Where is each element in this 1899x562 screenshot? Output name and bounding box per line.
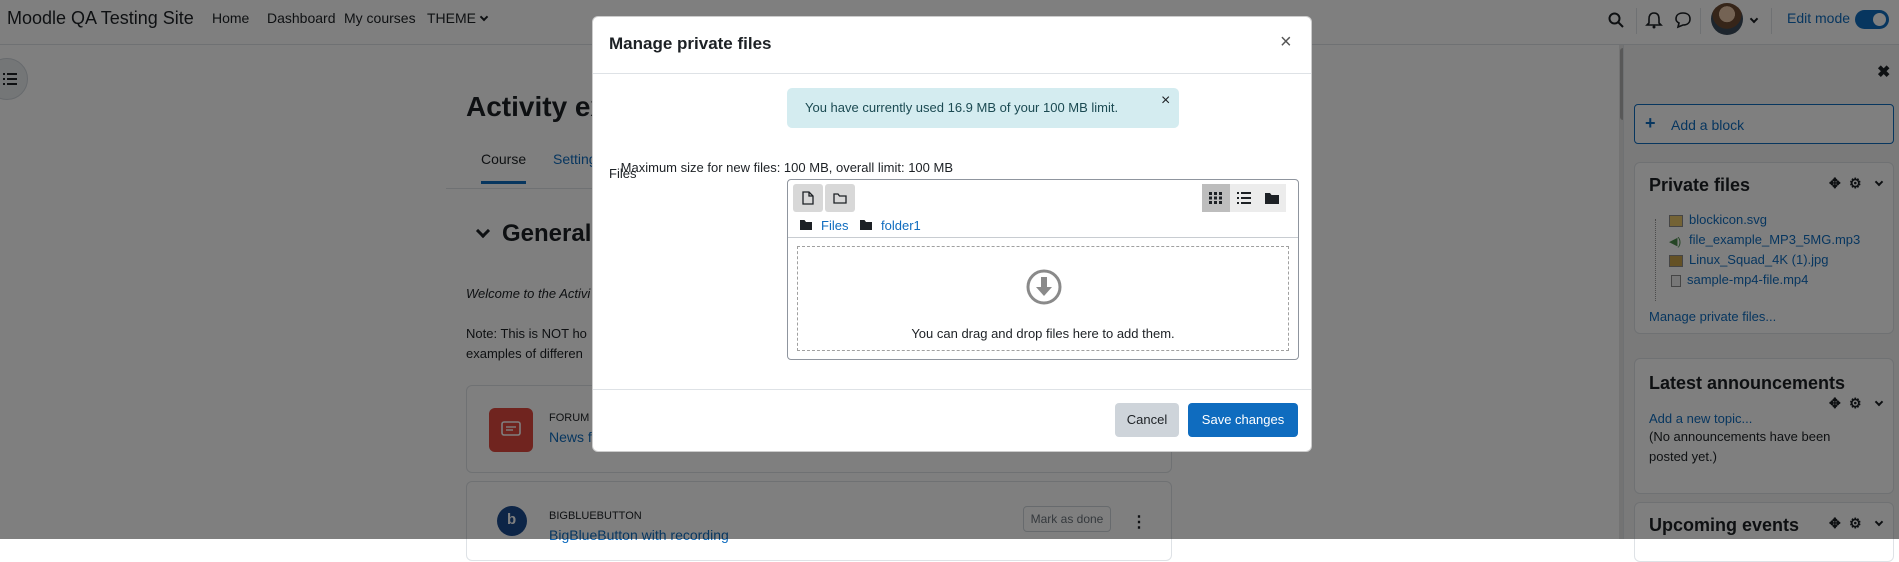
view-icons-button[interactable] [1202, 184, 1230, 212]
create-folder-button[interactable] [825, 184, 855, 212]
file-manager-toolbar: Files folder1 [788, 180, 1298, 238]
download-arrow-icon [1026, 269, 1062, 305]
breadcrumb-files[interactable]: Files [821, 218, 848, 233]
close-icon[interactable]: × [1280, 31, 1292, 54]
folder-icon [1265, 193, 1279, 204]
folder-icon [833, 193, 847, 204]
file-manager: Files folder1 You can drag and drop file… [787, 179, 1299, 360]
grid-icon [1209, 192, 1222, 204]
breadcrumb-folder1[interactable]: folder1 [881, 218, 921, 233]
file-icon [802, 191, 814, 205]
drop-zone-text: You can drag and drop files here to add … [911, 326, 1175, 341]
folder-icon [860, 220, 872, 230]
view-tree-button[interactable] [1258, 184, 1286, 212]
save-changes-button[interactable]: Save changes [1188, 403, 1298, 437]
modal-title: Manage private files [609, 34, 772, 53]
quota-alert: You have currently used 16.9 MB of your … [787, 88, 1179, 128]
quota-alert-text: You have currently used 16.9 MB of your … [805, 100, 1119, 115]
cancel-button[interactable]: Cancel [1115, 403, 1179, 437]
alert-close-icon[interactable]: × [1161, 92, 1170, 110]
add-file-button[interactable] [793, 184, 823, 212]
manage-private-files-dialog: Manage private files × You have currentl… [592, 16, 1312, 452]
modal-header: Manage private files × [593, 17, 1311, 74]
list-icon [1237, 192, 1251, 204]
folder-icon [800, 220, 812, 230]
file-drop-zone[interactable]: You can drag and drop files here to add … [797, 246, 1289, 351]
max-size-text: Maximum size for new files: 100 MB, over… [620, 160, 953, 175]
modal-footer: Cancel Save changes [593, 389, 1311, 452]
view-list-button[interactable] [1230, 184, 1258, 212]
